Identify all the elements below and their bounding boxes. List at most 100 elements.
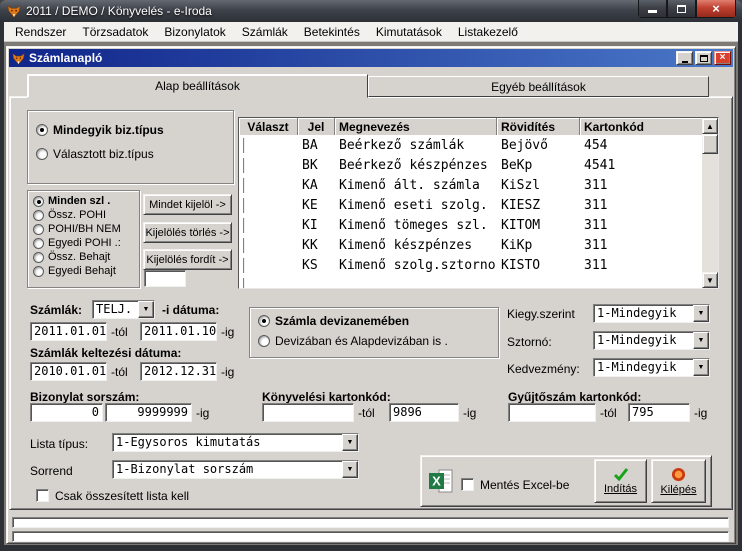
kijeloles-fordit-button[interactable]: Kijelölés fordít ->: [143, 249, 232, 270]
menu-item-torzsadatok[interactable]: Törzsadatok: [74, 23, 156, 41]
label-bizonylat-sorszam: Bizonylat sorszám:: [30, 390, 139, 404]
label-pohi-bh-nem: POHI/BH NEM: [48, 223, 121, 235]
app-fox-icon: [7, 4, 21, 18]
telj-combobox[interactable]: TELJ. ▼: [92, 300, 155, 319]
close-button[interactable]: ×: [696, 0, 736, 18]
tab-alap-beallitasok[interactable]: Alap beállítások: [27, 74, 368, 98]
label-lista-tipus: Lista típus:: [30, 437, 88, 451]
menu-item-bizonylatok[interactable]: Bizonylatok: [156, 23, 233, 41]
row-select-checkbox[interactable]: [243, 138, 245, 153]
row-select-checkbox[interactable]: [243, 158, 245, 173]
mindet-kijelol-button[interactable]: Mindet kijelöl ->: [143, 194, 232, 215]
osszesitett-checkbox[interactable]: [36, 489, 49, 502]
kijeloles-torles-button[interactable]: Kijelölés törlés ->: [143, 222, 232, 243]
screenshot-root: 2011 / DEMO / Könyvelés - e-Iroda × Rend…: [0, 0, 742, 551]
table-row[interactable]: BA Beérkező számlák Bejövő 454: [239, 135, 718, 155]
radio-mindegyik-biztipus[interactable]: [36, 124, 48, 136]
scroll-up-icon[interactable]: ▲: [702, 118, 718, 134]
label-tol: -tól: [600, 406, 617, 420]
lista-tipus-combobox[interactable]: 1-Egysoros kimutatás ▼: [112, 433, 359, 452]
chevron-down-icon[interactable]: ▼: [693, 305, 709, 322]
menu-item-kimutatasok[interactable]: Kimutatások: [368, 23, 450, 41]
radio-egyedi-behajt[interactable]: [33, 266, 44, 277]
sztorno-combobox[interactable]: 1-Mindegyik ▼: [593, 331, 710, 350]
cell-jel: KI: [298, 218, 335, 233]
keltezes-tol-input[interactable]: 2010.01.01: [30, 362, 107, 381]
egyedi-behajt-input[interactable]: [144, 270, 186, 287]
kilepes-button[interactable]: Kilépés: [651, 459, 706, 503]
konyvelesi-to-input[interactable]: 9896: [389, 403, 459, 422]
row-select-checkbox[interactable]: [243, 278, 245, 290]
gyujto-from-input[interactable]: [508, 403, 596, 422]
maximize-icon: [700, 55, 708, 62]
check-icon: [613, 468, 629, 481]
menu-item-rendszer[interactable]: Rendszer: [7, 23, 74, 41]
button-label: Indítás: [604, 483, 637, 495]
table-row[interactable]: KE Kimenő eseti szolg. KIESZ 311: [239, 195, 718, 215]
row-select-checkbox[interactable]: [243, 238, 245, 253]
radio-minden-szl[interactable]: [33, 196, 44, 207]
radio-valasztott-biztipus[interactable]: [36, 148, 48, 160]
row-select-checkbox[interactable]: [243, 258, 245, 273]
scrollbar-thumb[interactable]: [702, 134, 718, 154]
konyvelesi-from-input[interactable]: [262, 403, 354, 422]
dialog-minimize-button[interactable]: [676, 51, 693, 65]
datum-tol-input[interactable]: 2011.01.01: [30, 322, 107, 341]
cell-megnevezes: Beérkező számlák: [335, 138, 497, 153]
inditas-button[interactable]: Indítás: [594, 459, 647, 503]
radio-ossz-pohi[interactable]: [33, 210, 44, 221]
row-select-checkbox[interactable]: [243, 198, 245, 213]
table-row[interactable]: KS Kimenő szolg.sztorno KISTO 311: [239, 255, 718, 275]
maximize-button[interactable]: [667, 0, 696, 18]
dialog-close-button[interactable]: ×: [714, 51, 731, 65]
menu-item-betekintes[interactable]: Betekintés: [296, 23, 368, 41]
radio-devizaban-es-alapdevizaban[interactable]: [258, 335, 270, 347]
chevron-down-icon[interactable]: ▼: [138, 301, 154, 318]
row-select-checkbox[interactable]: [243, 218, 245, 233]
radio-ossz-behajt[interactable]: [33, 252, 44, 263]
menu-item-szamlak[interactable]: Számlák: [234, 23, 296, 41]
cell-rovidites: KiKp: [497, 238, 580, 253]
os-titlebar[interactable]: 2011 / DEMO / Könyvelés - e-Iroda ×: [0, 0, 742, 22]
radio-egyedi-pohi[interactable]: [33, 238, 44, 249]
dialog-maximize-button[interactable]: [695, 51, 712, 65]
bizonylat-from-input[interactable]: 0: [30, 403, 103, 422]
kedvezmeny-combobox[interactable]: 1-Mindegyik ▼: [593, 358, 710, 377]
cell-rovidites: BeKp: [497, 158, 580, 173]
cell-megnevezes: Kimenő ált. számla: [335, 178, 497, 193]
table-row[interactable]: KA Kimenő ált. számla KiSzl 311: [239, 175, 718, 195]
chevron-down-icon[interactable]: ▼: [342, 461, 358, 478]
table-row-partial[interactable]: [239, 275, 718, 289]
mentes-excel-checkbox[interactable]: [461, 478, 474, 491]
cell-jel: KK: [298, 238, 335, 253]
table-scrollbar[interactable]: ▲ ▼: [702, 118, 718, 288]
radio-szamla-devizanemeben[interactable]: [258, 315, 270, 327]
table-row[interactable]: BK Beérkező készpénzes BeKp 4541: [239, 155, 718, 175]
radio-pohi-bh-nem[interactable]: [33, 224, 44, 235]
table-row[interactable]: KK Kimenő készpénzes KiKp 311: [239, 235, 718, 255]
tab-egyeb-beallitasok[interactable]: Egyéb beállítások: [368, 76, 709, 97]
dialog-titlebar[interactable]: Számlanapló ×: [9, 49, 733, 67]
chevron-down-icon[interactable]: ▼: [342, 434, 358, 451]
label-devizaban-es-alapdevizaban: Devizában és Alapdevizában is .: [275, 334, 448, 348]
kiegy-combobox[interactable]: 1-Mindegyik ▼: [593, 304, 710, 323]
sorrend-combobox[interactable]: 1-Bizonylat sorszám ▼: [112, 460, 359, 479]
scroll-down-icon[interactable]: ▼: [702, 272, 718, 288]
keltezes-ig-input[interactable]: 2012.12.31: [140, 362, 217, 381]
row-select-checkbox[interactable]: [243, 178, 245, 193]
window-title: 2011 / DEMO / Könyvelés - e-Iroda: [26, 4, 212, 18]
label-gyujtoszam-kartonkod: Gyűjtőszám kartonkód:: [508, 390, 641, 404]
minimize-button[interactable]: [638, 0, 667, 18]
table-header: Választ Jel Megnevezés Rövidítés Kartonk…: [239, 118, 718, 135]
cell-rovidites: KITOM: [497, 218, 580, 233]
menu-item-listakezelo[interactable]: Listakezelő: [450, 23, 526, 41]
label-keltezes: Számlák keltezési dátuma:: [30, 346, 181, 360]
label-tol: -tól: [111, 325, 128, 339]
bizonylat-to-input[interactable]: 9999999: [105, 403, 192, 422]
chevron-down-icon[interactable]: ▼: [693, 359, 709, 376]
tab-label: Alap beállítások: [155, 79, 240, 93]
gyujto-to-input[interactable]: 795: [628, 403, 690, 422]
chevron-down-icon[interactable]: ▼: [693, 332, 709, 349]
datum-ig-input[interactable]: 2011.01.10: [140, 322, 217, 341]
table-row[interactable]: KI Kimenő tömeges szl. KITOM 311: [239, 215, 718, 235]
